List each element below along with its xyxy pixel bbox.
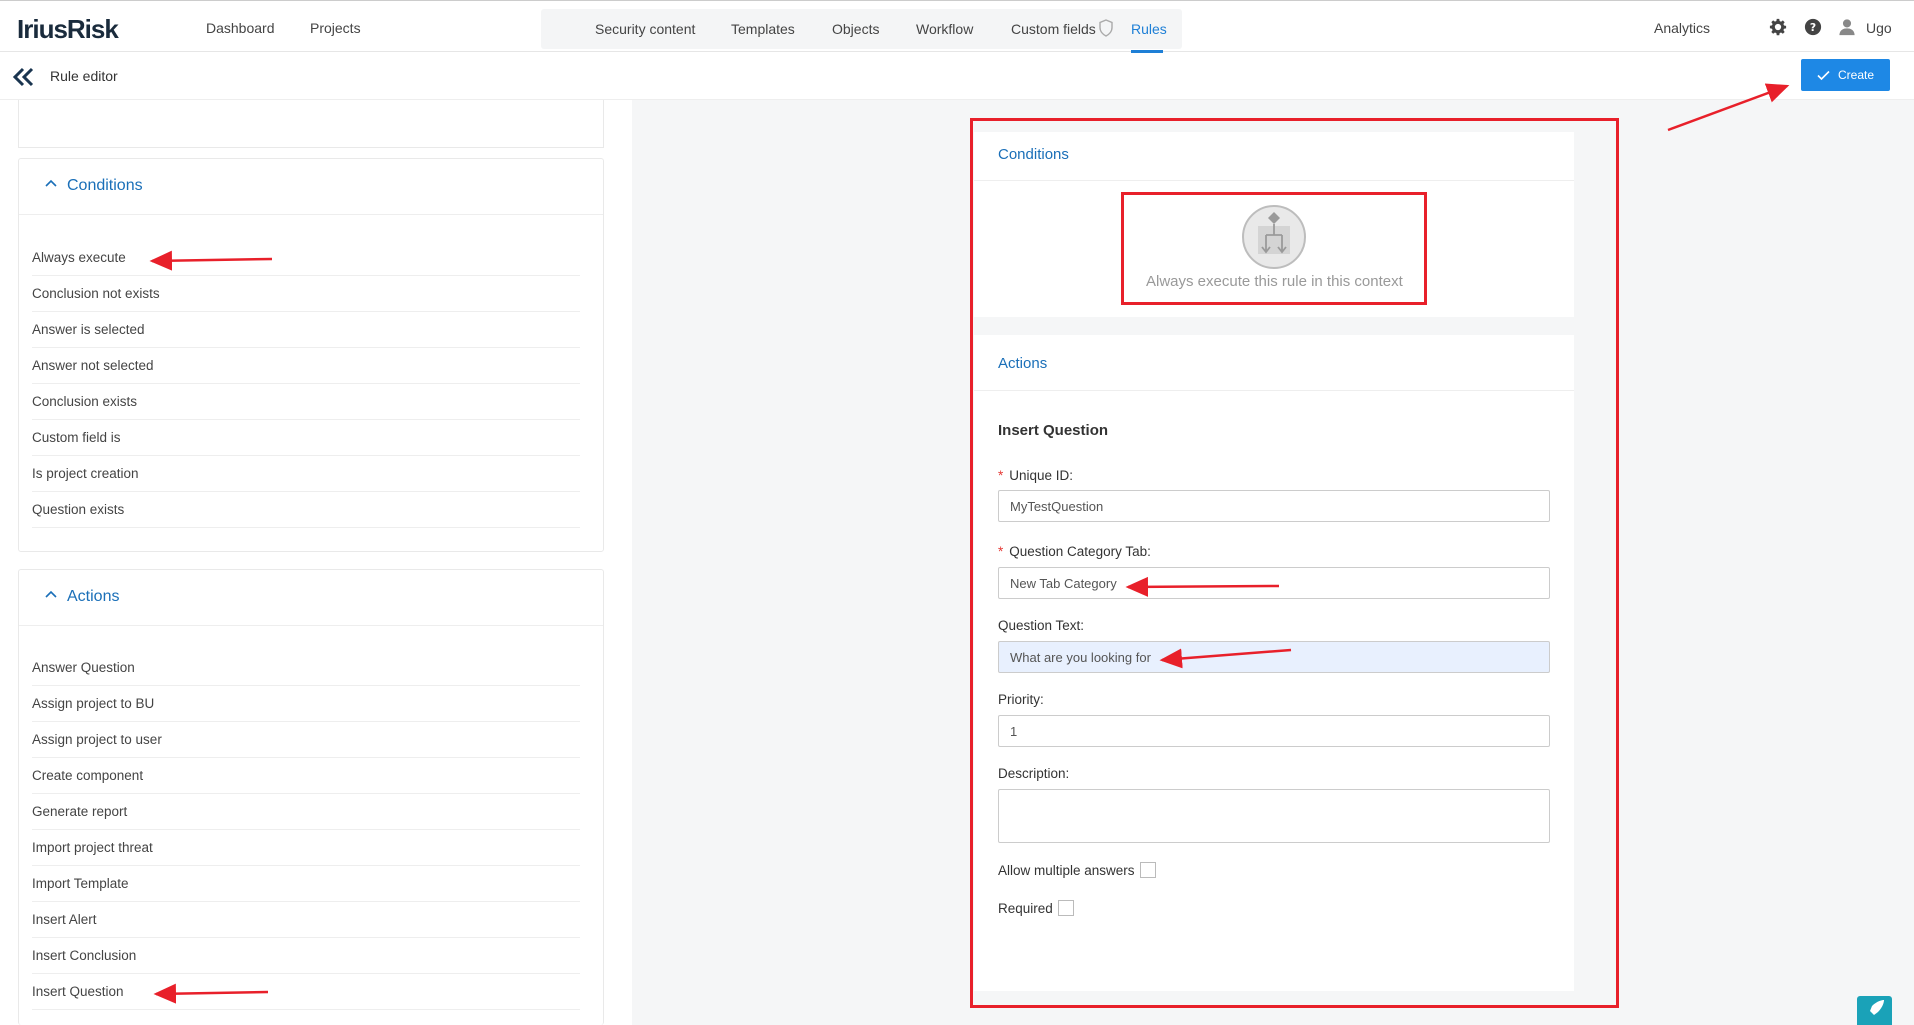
rule-conditions-header: Conditions <box>974 132 1574 181</box>
allow-multiple-answers-checkbox[interactable] <box>1139 862 1156 878</box>
flow-icon <box>1242 205 1306 269</box>
rule-conditions-title: Conditions <box>998 146 1069 163</box>
action-item[interactable]: Assign project to BU <box>32 686 580 722</box>
nav-workflow[interactable]: Workflow <box>916 21 973 37</box>
condition-item[interactable]: Always execute <box>32 240 580 276</box>
shield-icon <box>1099 19 1113 37</box>
unique-id-label: * Unique ID: <box>998 468 1074 483</box>
action-item[interactable]: Insert Conclusion <box>32 938 580 974</box>
nav-analytics[interactable]: Analytics <box>1654 20 1710 36</box>
content-nav-group: Security content Templates Objects Workf… <box>541 9 1182 49</box>
nav-custom-fields[interactable]: Custom fields <box>1011 21 1096 37</box>
question-category-input[interactable] <box>998 567 1550 599</box>
condition-item[interactable]: Answer not selected <box>32 348 580 384</box>
user-avatar-icon[interactable] <box>1838 18 1856 36</box>
action-item[interactable]: Insert Alert <box>32 902 580 938</box>
required-marker: * <box>998 544 1004 559</box>
action-item[interactable]: Import project threat <box>32 830 580 866</box>
app-logo[interactable]: IriusRisk <box>17 14 119 45</box>
user-name[interactable]: Ugo <box>1866 20 1892 36</box>
conditions-list: Always execute Conclusion not exists Ans… <box>32 240 580 528</box>
action-item[interactable]: Generate report <box>32 794 580 830</box>
action-item[interactable]: Answer Question <box>32 650 580 686</box>
allow-multiple-answers-label: Allow multiple answers <box>998 862 1135 878</box>
sub-header: Rule editor Create <box>0 53 1914 100</box>
conditions-card-header[interactable]: Conditions <box>19 159 603 215</box>
rule-actions-title: Actions <box>998 355 1048 372</box>
actions-card-header[interactable]: Actions <box>19 570 603 626</box>
condition-item[interactable]: Question exists <box>32 492 580 528</box>
actions-list: Answer Question Assign project to BU Ass… <box>32 650 580 1010</box>
chevron-up-icon[interactable] <box>45 590 57 598</box>
nav-rules[interactable]: Rules <box>1131 21 1167 37</box>
description-textarea[interactable] <box>998 789 1550 843</box>
create-button-label: Create <box>1837 68 1875 82</box>
help-icon[interactable]: ? <box>1804 18 1822 36</box>
top-navigation: IriusRisk Dashboard Projects Security co… <box>0 0 1914 53</box>
required-label: Required <box>998 900 1053 916</box>
action-item[interactable]: Insert Question <box>32 974 580 1010</box>
chevron-up-icon[interactable] <box>45 179 57 187</box>
condition-item[interactable]: Answer is selected <box>32 312 580 348</box>
left-panel: Conditions Always execute Conclusion not… <box>0 100 632 1025</box>
priority-input[interactable] <box>998 715 1550 747</box>
condition-item[interactable]: Custom field is <box>32 420 580 456</box>
branch-icon <box>1258 212 1290 254</box>
rule-actions-header: Actions <box>974 335 1574 391</box>
required-row: Required <box>998 900 1074 916</box>
nav-projects[interactable]: Projects <box>310 20 361 36</box>
svg-text:?: ? <box>1810 21 1816 34</box>
required-marker: * <box>998 468 1004 483</box>
nav-templates[interactable]: Templates <box>731 21 795 37</box>
gear-icon[interactable] <box>1769 18 1787 36</box>
double-chevron-left-icon[interactable] <box>12 67 36 87</box>
nav-security-content[interactable]: Security content <box>595 21 695 37</box>
create-button[interactable]: Create <box>1801 59 1890 91</box>
condition-item[interactable]: Conclusion exists <box>32 384 580 420</box>
priority-label: Priority: <box>998 692 1044 707</box>
always-execute-condition[interactable]: Always execute this rule in this context <box>1146 273 1403 290</box>
allow-multiple-answers-row: Allow multiple answers <box>998 862 1156 878</box>
description-label: Description: <box>998 766 1070 781</box>
required-checkbox[interactable] <box>1057 900 1074 916</box>
nav-dashboard[interactable]: Dashboard <box>206 20 275 36</box>
rocket-icon[interactable] <box>1857 996 1892 1025</box>
insert-question-title: Insert Question <box>998 422 1109 439</box>
question-category-label: * Question Category Tab: <box>998 544 1151 559</box>
condition-item[interactable]: Is project creation <box>32 456 580 492</box>
previous-card-footer <box>18 100 604 148</box>
launch-icon <box>1868 1000 1884 1018</box>
actions-title: Actions <box>67 588 120 605</box>
unique-id-input[interactable] <box>998 490 1550 522</box>
nav-objects[interactable]: Objects <box>832 21 879 37</box>
conditions-title: Conditions <box>67 177 143 194</box>
action-item[interactable]: Create component <box>32 758 580 794</box>
condition-item[interactable]: Conclusion not exists <box>32 276 580 312</box>
question-text-input[interactable] <box>998 641 1550 673</box>
question-text-label: Question Text: <box>998 618 1085 633</box>
action-item[interactable]: Import Template <box>32 866 580 902</box>
page-title: Rule editor <box>50 68 118 84</box>
check-icon <box>1817 70 1830 80</box>
action-item[interactable]: Assign project to user <box>32 722 580 758</box>
